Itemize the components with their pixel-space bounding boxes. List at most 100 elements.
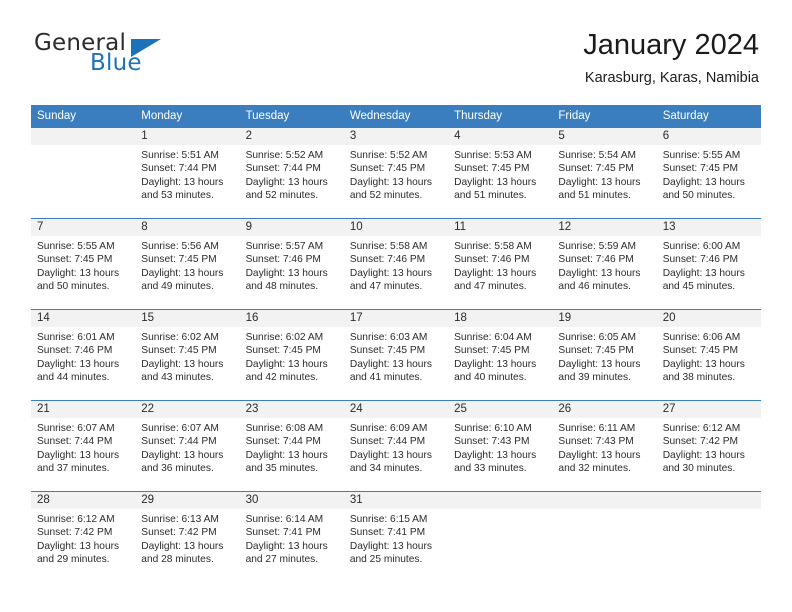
weekday-header-sunday: Sunday [31, 105, 136, 128]
calendar-page: General Blue January 2024 Karasburg, Kar… [0, 0, 792, 612]
calendar-day-cell[interactable]: 16 Sunrise: 6:02 AM Sunset: 7:45 PM Dayligh… [239, 309, 344, 401]
detail-daylight-l1: Daylight: 13 hours [245, 449, 328, 461]
detail-sunrise: Sunrise: 5:52 AM [349, 150, 428, 161]
calendar-day-cell[interactable]: 13 Sunrise: 6:00 AM Sunset: 7:46 PM Dayligh… [656, 218, 761, 310]
calendar-day-cell[interactable]: 31 Sunrise: 6:15 AM Sunset: 7:41 PM Dayligh… [343, 491, 449, 582]
calendar-day-cell[interactable]: 4 Sunrise: 5:53 AM Sunset: 7:45 PM Daylight… [448, 127, 553, 219]
page-title: January 2024 [583, 29, 759, 61]
detail-daylight-l1: Daylight: 13 hours [245, 267, 328, 279]
detail-sunrise: Sunrise: 6:12 AM [37, 514, 115, 525]
calendar-day-cell[interactable]: 19 Sunrise: 6:05 AM Sunset: 7:45 PM Dayligh… [552, 309, 657, 401]
calendar-day-cell[interactable]: 9 Sunrise: 5:57 AM Sunset: 7:46 PM Daylight… [239, 218, 344, 310]
detail-sunrise: Sunrise: 6:02 AM [141, 332, 219, 343]
calendar-day-cell[interactable]: 23 Sunrise: 6:08 AM Sunset: 7:44 PM Dayligh… [239, 400, 344, 492]
detail-daylight-l1: Daylight: 13 hours [141, 267, 224, 279]
calendar-table: Sunday Monday Tuesday Wednesday Thursday Frid… [31, 105, 761, 582]
day-number [31, 128, 136, 145]
day-number: 2 [239, 128, 344, 145]
calendar-day-cell[interactable]: 5 Sunrise: 5:54 AM Sunset: 7:45 PM Daylight… [552, 127, 657, 219]
calendar-day-cell[interactable]: 18 Sunrise: 6:04 AM Sunset: 7:45 PM Dayligh… [448, 309, 553, 401]
day-details: Sunrise: 5:57 AM Sunset: 7:46 PM Daylight:… [240, 236, 344, 294]
day-number: 17 [343, 310, 449, 327]
calendar-day-cell[interactable]: 1 Sunrise: 5:51 AM Sunset: 7:44 PM Daylight… [135, 127, 240, 219]
detail-sunset: Sunset: 7:41 PM [349, 527, 426, 539]
calendar-day-cell[interactable]: 29 Sunrise: 6:13 AM Sunset: 7:42 PM Dayligh… [135, 491, 240, 582]
detail-sunrise: Sunrise: 6:13 AM [141, 514, 219, 525]
day-details: Sunrise: 6:12 AM Sunset: 7:42 PM Daylight:… [657, 418, 761, 476]
day-number: 31 [343, 492, 449, 509]
detail-daylight-l2: and 45 minutes. [662, 281, 736, 293]
detail-daylight-l1: Daylight: 13 hours [662, 449, 745, 461]
calendar-day-cell[interactable]: 26 Sunrise: 6:11 AM Sunset: 7:43 PM Dayligh… [552, 400, 657, 492]
detail-daylight-l2: and 46 minutes. [558, 281, 631, 293]
detail-daylight-l1: Daylight: 13 hours [558, 358, 641, 370]
detail-daylight-l2: and 30 minutes. [662, 463, 736, 475]
day-number: 26 [552, 401, 657, 418]
calendar-day-cell[interactable]: 8 Sunrise: 5:56 AM Sunset: 7:45 PM Daylight… [135, 218, 240, 310]
calendar-day-cell[interactable]: 27 Sunrise: 6:12 AM Sunset: 7:42 PM Dayligh… [656, 400, 761, 492]
day-number: 20 [656, 310, 761, 327]
calendar-day-cell[interactable]: 28 Sunrise: 6:12 AM Sunset: 7:42 PM Dayligh… [31, 491, 136, 582]
detail-daylight-l1: Daylight: 13 hours [454, 358, 537, 370]
detail-sunrise: Sunrise: 5:53 AM [454, 150, 532, 161]
calendar-day-cell[interactable]: 22 Sunrise: 6:07 AM Sunset: 7:44 PM Dayligh… [135, 400, 240, 492]
day-details: Sunrise: 5:59 AM Sunset: 7:46 PM Daylight:… [552, 236, 656, 294]
detail-daylight-l2: and 37 minutes. [37, 463, 110, 475]
detail-daylight-l1: Daylight: 13 hours [349, 449, 432, 461]
page-header: General Blue January 2024 Karasburg, Kar… [31, 28, 759, 98]
detail-sunrise: Sunrise: 6:04 AM [454, 332, 532, 343]
weekday-header-tuesday: Tuesday [239, 105, 344, 128]
day-number: 9 [239, 219, 344, 236]
detail-sunset: Sunset: 7:46 PM [558, 254, 634, 266]
general-blue-logo[interactable]: General Blue [31, 28, 251, 90]
calendar-day-cell[interactable]: 17 Sunrise: 6:03 AM Sunset: 7:45 PM Dayligh… [343, 309, 449, 401]
day-number: 30 [239, 492, 344, 509]
weekday-header-thursday: Thursday [448, 105, 553, 128]
day-number: 15 [135, 310, 240, 327]
calendar-day-cell[interactable]: 2 Sunrise: 5:52 AM Sunset: 7:44 PM Daylight… [239, 127, 344, 219]
day-number [552, 492, 657, 509]
detail-daylight-l1: Daylight: 13 hours [37, 540, 120, 552]
day-details: Sunrise: 5:55 AM Sunset: 7:45 PM Daylight:… [657, 145, 761, 203]
detail-daylight-l1: Daylight: 13 hours [141, 540, 224, 552]
calendar-day-cell[interactable]: 21 Sunrise: 6:07 AM Sunset: 7:44 PM Dayligh… [31, 400, 136, 492]
calendar-day-cell[interactable]: 10 Sunrise: 5:58 AM Sunset: 7:46 PM Dayligh… [343, 218, 449, 310]
detail-daylight-l1: Daylight: 13 hours [141, 449, 224, 461]
detail-sunset: Sunset: 7:44 PM [245, 163, 321, 175]
detail-daylight-l2: and 25 minutes. [349, 554, 423, 566]
detail-sunrise: Sunrise: 5:55 AM [662, 150, 741, 161]
detail-sunset: Sunset: 7:45 PM [349, 345, 426, 357]
detail-daylight-l2: and 42 minutes. [245, 372, 319, 384]
detail-daylight-l2: and 47 minutes. [349, 281, 423, 293]
detail-daylight-l1: Daylight: 13 hours [349, 176, 432, 188]
detail-daylight-l1: Daylight: 13 hours [37, 358, 120, 370]
calendar-day-cell[interactable]: 25 Sunrise: 6:10 AM Sunset: 7:43 PM Dayligh… [448, 400, 553, 492]
calendar-day-cell[interactable]: 20 Sunrise: 6:06 AM Sunset: 7:45 PM Dayligh… [656, 309, 761, 401]
detail-sunset: Sunset: 7:45 PM [662, 163, 739, 175]
calendar-day-cell[interactable]: 12 Sunrise: 5:59 AM Sunset: 7:46 PM Dayligh… [552, 218, 657, 310]
day-number: 3 [343, 128, 449, 145]
detail-daylight-l1: Daylight: 13 hours [454, 449, 537, 461]
calendar-day-cell[interactable]: 15 Sunrise: 6:02 AM Sunset: 7:45 PM Dayligh… [135, 309, 240, 401]
calendar-day-cell[interactable]: 24 Sunrise: 6:09 AM Sunset: 7:44 PM Dayligh… [343, 400, 449, 492]
calendar-day-cell[interactable]: 11 Sunrise: 5:58 AM Sunset: 7:46 PM Dayligh… [448, 218, 553, 310]
detail-sunset: Sunset: 7:45 PM [558, 345, 634, 357]
calendar-day-cell[interactable]: 30 Sunrise: 6:14 AM Sunset: 7:41 PM Dayligh… [239, 491, 344, 582]
calendar-day-cell[interactable]: 3 Sunrise: 5:52 AM Sunset: 7:45 PM Daylight… [343, 127, 449, 219]
detail-daylight-l2: and 48 minutes. [245, 281, 319, 293]
detail-sunset: Sunset: 7:42 PM [37, 527, 113, 539]
detail-daylight-l2: and 50 minutes. [37, 281, 110, 293]
calendar-day-cell[interactable]: 14 Sunrise: 6:01 AM Sunset: 7:46 PM Dayligh… [31, 309, 136, 401]
detail-sunrise: Sunrise: 6:05 AM [558, 332, 636, 343]
logo-text-blue: Blue [90, 50, 142, 76]
day-details: Sunrise: 6:03 AM Sunset: 7:45 PM Daylight:… [344, 327, 448, 385]
detail-sunrise: Sunrise: 6:14 AM [245, 514, 324, 525]
weekday-header-row: Sunday Monday Tuesday Wednesday Thursday Frid… [31, 105, 761, 128]
calendar-day-cell[interactable]: 6 Sunrise: 5:55 AM Sunset: 7:45 PM Daylight… [656, 127, 761, 219]
calendar-day-cell[interactable]: 7 Sunrise: 5:55 AM Sunset: 7:45 PM Daylight… [31, 218, 136, 310]
day-details: Sunrise: 6:07 AM Sunset: 7:44 PM Daylight:… [135, 418, 239, 476]
detail-sunrise: Sunrise: 5:51 AM [141, 150, 219, 161]
calendar-week-row: 21 Sunrise: 6:07 AM Sunset: 7:44 PM Dayligh… [31, 400, 761, 492]
day-number: 7 [31, 219, 136, 236]
detail-sunrise: Sunrise: 5:56 AM [141, 241, 219, 252]
